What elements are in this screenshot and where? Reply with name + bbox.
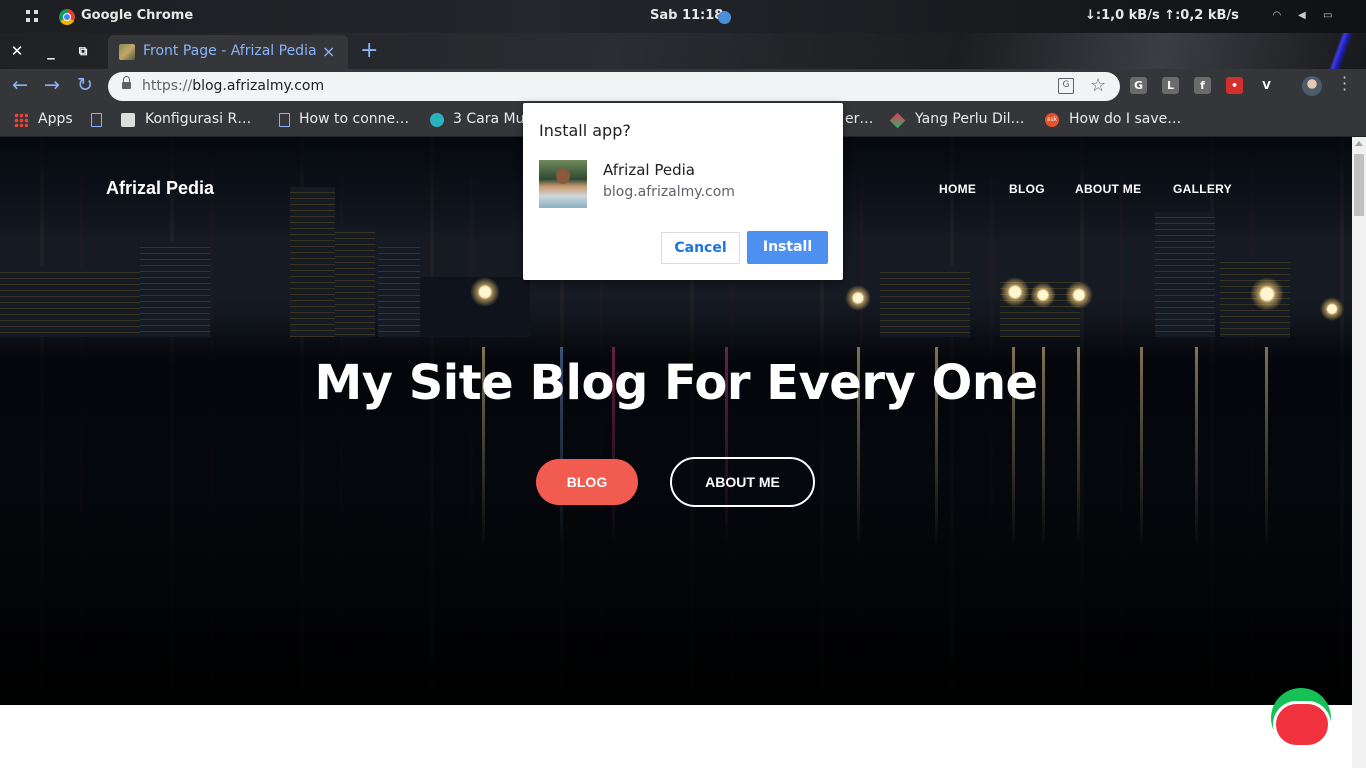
scrollbar-thumb[interactable] — [1354, 154, 1364, 216]
nav-gallery[interactable]: GALLERY — [1173, 182, 1232, 196]
grammar-extension-icon[interactable]: G — [1130, 77, 1147, 94]
tab-title: Front Page - Afrizal Pedia — [143, 43, 317, 59]
page-scrollbar[interactable] — [1352, 137, 1366, 768]
ask-icon: ask — [1045, 113, 1059, 127]
document-icon — [279, 113, 290, 127]
hero-heading: My Site Blog For Every One — [314, 355, 1038, 411]
nav-blog[interactable]: BLOG — [1009, 182, 1045, 196]
new-tab-icon[interactable]: + — [360, 38, 378, 63]
window-minimize-icon[interactable]: _ — [42, 42, 60, 60]
content-section — [0, 705, 1352, 768]
notification-bell-icon[interactable] — [1273, 701, 1331, 748]
dialog-app-name: Afrizal Pedia — [603, 161, 695, 179]
battery-icon[interactable]: ▭ — [1323, 10, 1335, 22]
address-bar[interactable]: https://blog.afrizalmy.com G ☆ — [108, 72, 1120, 101]
scroll-up-arrow-icon[interactable] — [1355, 141, 1363, 146]
lastpass-extension-icon[interactable]: • — [1226, 77, 1243, 94]
bookmark-yang-perlu[interactable]: Yang Perlu Dil… — [915, 111, 1025, 127]
system-clock[interactable]: Sab 11:18 — [650, 8, 723, 23]
window-close-icon[interactable]: ✕ — [8, 42, 26, 60]
nav-home[interactable]: HOME — [939, 182, 976, 196]
back-arrow-icon[interactable]: ← — [12, 74, 28, 96]
install-app-dialog: Install app? Afrizal Pedia blog.afrizalm… — [523, 103, 843, 280]
lock-icon[interactable] — [122, 76, 131, 90]
reload-icon[interactable]: ↻ — [77, 74, 93, 96]
address-url[interactable]: https://blog.afrizalmy.com — [142, 78, 324, 94]
dialog-title: Install app? — [539, 121, 631, 140]
chrome-logo-icon — [59, 9, 75, 25]
nav-about-me[interactable]: ABOUT ME — [1075, 182, 1141, 196]
hero-blog-button[interactable]: BLOG — [536, 459, 638, 505]
wifi-icon[interactable]: ◠ — [1273, 10, 1285, 22]
menu-kebab-icon[interactable]: · · · — [1342, 70, 1347, 98]
tab-strip: ✕ _ ⧉ Front Page - Afrizal Pedia × + — [0, 33, 1366, 69]
activities-grid-icon[interactable] — [26, 10, 39, 23]
url-host: blog.afrizalmy.com — [192, 78, 325, 94]
tab-favicon-icon — [119, 44, 135, 60]
tab-front-page[interactable]: Front Page - Afrizal Pedia × — [108, 35, 348, 69]
document-icon[interactable] — [91, 113, 102, 127]
site-favicon-icon — [121, 113, 135, 127]
bookmark-star-icon[interactable]: ☆ — [1090, 75, 1106, 96]
dialog-app-origin: blog.afrizalmy.com — [603, 184, 735, 200]
site-favicon-icon — [889, 112, 906, 129]
browser-toolbar: ← → ↻ https://blog.afrizalmy.com G ☆ GLf… — [0, 69, 1366, 103]
vimium-extension-icon[interactable]: V — [1258, 77, 1275, 94]
site-favicon-icon — [430, 113, 444, 127]
bookmark-3-cara[interactable]: 3 Cara Mu — [453, 111, 524, 127]
app-icon — [539, 160, 587, 208]
bookmark-truncated[interactable]: er… — [845, 111, 873, 127]
hero-about-me-button[interactable]: ABOUT ME — [670, 457, 815, 507]
cancel-button[interactable]: Cancel — [661, 232, 740, 264]
system-top-bar: Google Chrome Sab 11:18 ↓:1,0 kB/s ↑:0,2… — [0, 0, 1366, 33]
bookmark-how-to-connect[interactable]: How to conne… — [299, 111, 409, 127]
apps-grid-icon — [14, 113, 28, 127]
bookmark-how-do-i-save[interactable]: How do I save… — [1069, 111, 1181, 127]
line-extension-icon[interactable]: L — [1162, 77, 1179, 94]
bookmark-konfigurasi[interactable]: Konfigurasi R… — [145, 111, 251, 127]
bookmark-apps[interactable]: Apps — [38, 111, 73, 127]
translate-icon[interactable]: G — [1058, 78, 1074, 94]
tab-close-icon[interactable]: × — [322, 42, 335, 61]
volume-icon[interactable]: ◀ — [1298, 10, 1310, 22]
wallpaper-accent — [1322, 33, 1366, 69]
url-scheme: https:// — [142, 78, 193, 94]
network-speed-indicator[interactable]: ↓:1,0 kB/s ↑:0,2 kB/s — [1085, 8, 1239, 23]
active-app-name[interactable]: Google Chrome — [81, 8, 193, 23]
facebook-extension-icon[interactable]: f — [1194, 77, 1211, 94]
notification-badge-icon — [718, 11, 731, 24]
profile-avatar[interactable] — [1302, 76, 1322, 96]
site-title[interactable]: Afrizal Pedia — [106, 178, 214, 199]
install-button[interactable]: Install — [747, 231, 828, 264]
window-restore-icon[interactable]: ⧉ — [74, 44, 92, 59]
forward-arrow-icon[interactable]: → — [44, 74, 60, 96]
